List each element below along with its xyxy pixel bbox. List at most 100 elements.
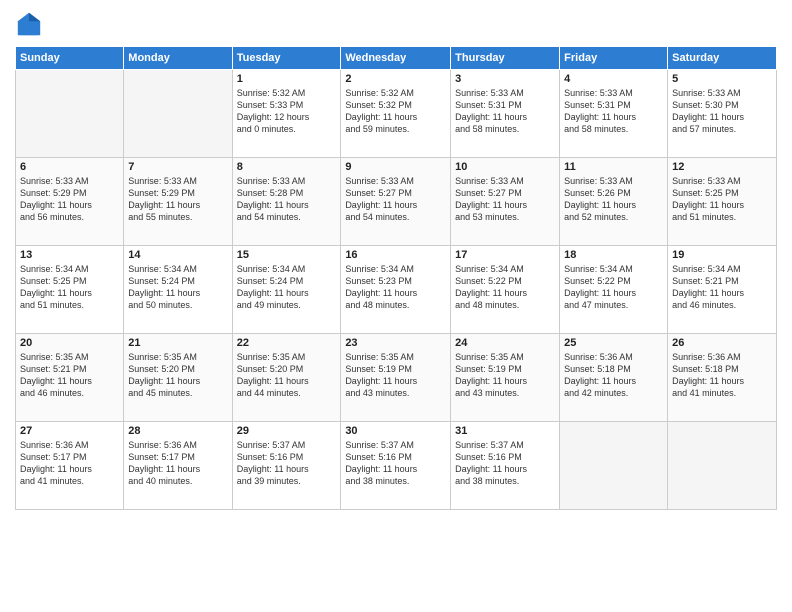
day-number: 21	[128, 337, 227, 349]
calendar-cell	[560, 422, 668, 510]
column-header-thursday: Thursday	[451, 47, 560, 70]
header	[15, 10, 777, 38]
day-info: Sunrise: 5:37 AM Sunset: 5:16 PM Dayligh…	[455, 439, 555, 488]
logo	[15, 10, 47, 38]
day-number: 8	[237, 161, 337, 173]
column-header-sunday: Sunday	[16, 47, 124, 70]
calendar-week-row: 20 Sunrise: 5:35 AM Sunset: 5:21 PM Dayli…	[16, 334, 777, 422]
day-info: Sunrise: 5:33 AM Sunset: 5:31 PM Dayligh…	[564, 87, 663, 136]
column-header-saturday: Saturday	[668, 47, 777, 70]
day-info: Sunrise: 5:37 AM Sunset: 5:16 PM Dayligh…	[345, 439, 446, 488]
day-number: 20	[20, 337, 119, 349]
day-info: Sunrise: 5:36 AM Sunset: 5:18 PM Dayligh…	[564, 351, 663, 400]
day-info: Sunrise: 5:34 AM Sunset: 5:22 PM Dayligh…	[564, 263, 663, 312]
calendar-cell: 29Sunrise: 5:37 AM Sunset: 5:16 PM Dayli…	[232, 422, 341, 510]
calendar-cell	[124, 70, 232, 158]
day-number: 24	[455, 337, 555, 349]
calendar-cell: 12 Sunrise: 5:33 AM Sunset: 5:25 PM Dayli…	[668, 158, 777, 246]
day-number: 28	[128, 425, 227, 437]
day-number: 14	[128, 249, 227, 261]
calendar-week-row: 1 Sunrise: 5:32 AM Sunset: 5:33 PM Daylig…	[16, 70, 777, 158]
day-number: 26	[672, 337, 772, 349]
day-info: Sunrise: 5:33 AM Sunset: 5:25 PM Dayligh…	[672, 175, 772, 224]
day-number: 17	[455, 249, 555, 261]
day-number: 2	[345, 73, 446, 85]
day-info: Sunrise: 5:35 AM Sunset: 5:20 PM Dayligh…	[237, 351, 337, 400]
day-info: Sunrise: 5:32 AM Sunset: 5:33 PM Dayligh…	[237, 87, 337, 136]
day-info: Sunrise: 5:34 AM Sunset: 5:22 PM Dayligh…	[455, 263, 555, 312]
day-number: 3	[455, 73, 555, 85]
day-number: 6	[20, 161, 119, 173]
day-info: Sunrise: 5:34 AM Sunset: 5:21 PM Dayligh…	[672, 263, 772, 312]
day-number: 11	[564, 161, 663, 173]
day-info: Sunrise: 5:36 AM Sunset: 5:17 PM Dayligh…	[128, 439, 227, 488]
calendar-cell: 4 Sunrise: 5:33 AM Sunset: 5:31 PM Daylig…	[560, 70, 668, 158]
calendar-cell: 9 Sunrise: 5:33 AM Sunset: 5:27 PM Daylig…	[341, 158, 451, 246]
column-header-friday: Friday	[560, 47, 668, 70]
calendar-cell: 21 Sunrise: 5:35 AM Sunset: 5:20 PM Dayli…	[124, 334, 232, 422]
calendar-cell: 13Sunrise: 5:34 AM Sunset: 5:25 PM Dayli…	[16, 246, 124, 334]
day-number: 12	[672, 161, 772, 173]
calendar-header-row: SundayMondayTuesdayWednesdayThursdayFrid…	[16, 47, 777, 70]
day-number: 22	[237, 337, 337, 349]
calendar-cell: 24Sunrise: 5:35 AM Sunset: 5:19 PM Dayli…	[451, 334, 560, 422]
day-number: 27	[20, 425, 119, 437]
day-number: 15	[237, 249, 337, 261]
calendar-cell: 1 Sunrise: 5:32 AM Sunset: 5:33 PM Daylig…	[232, 70, 341, 158]
calendar-cell: 6Sunrise: 5:33 AM Sunset: 5:29 PM Daylig…	[16, 158, 124, 246]
calendar-cell: 27 Sunrise: 5:36 AM Sunset: 5:17 PM Dayli…	[16, 422, 124, 510]
calendar-week-row: 6 Sunrise: 5:33 AM Sunset: 5:29 PM Daylig…	[16, 158, 777, 246]
calendar-cell: 16 Sunrise: 5:34 AM Sunset: 5:23 PM Dayli…	[341, 246, 451, 334]
calendar-cell: 5Sunrise: 5:33 AM Sunset: 5:30 PM Daylig…	[668, 70, 777, 158]
calendar-cell: 15 Sunrise: 5:34 AM Sunset: 5:24 PM Dayli…	[232, 246, 341, 334]
logo-icon	[15, 10, 43, 38]
calendar-cell: 28 Sunrise: 5:36 AM Sunset: 5:17 PM Dayli…	[124, 422, 232, 510]
day-info: Sunrise: 5:33 AM Sunset: 5:27 PM Dayligh…	[455, 175, 555, 224]
day-info: Sunrise: 5:37 AM Sunset: 5:16 PM Dayligh…	[237, 439, 337, 488]
calendar-cell: 18Sunrise: 5:34 AM Sunset: 5:22 PM Dayli…	[560, 246, 668, 334]
calendar-cell: 26 Sunrise: 5:36 AM Sunset: 5:18 PM Dayli…	[668, 334, 777, 422]
calendar-cell: 7Sunrise: 5:33 AM Sunset: 5:29 PM Daylig…	[124, 158, 232, 246]
day-info: Sunrise: 5:35 AM Sunset: 5:20 PM Dayligh…	[128, 351, 227, 400]
day-number: 23	[345, 337, 446, 349]
calendar-cell: 17 Sunrise: 5:34 AM Sunset: 5:22 PM Dayli…	[451, 246, 560, 334]
day-info: Sunrise: 5:33 AM Sunset: 5:27 PM Dayligh…	[345, 175, 446, 224]
calendar: SundayMondayTuesdayWednesdayThursdayFrid…	[15, 46, 777, 510]
calendar-cell: 8Sunrise: 5:33 AM Sunset: 5:28 PM Daylig…	[232, 158, 341, 246]
day-number: 19	[672, 249, 772, 261]
day-info: Sunrise: 5:33 AM Sunset: 5:26 PM Dayligh…	[564, 175, 663, 224]
day-number: 31	[455, 425, 555, 437]
day-number: 9	[345, 161, 446, 173]
day-info: Sunrise: 5:36 AM Sunset: 5:18 PM Dayligh…	[672, 351, 772, 400]
day-info: Sunrise: 5:34 AM Sunset: 5:24 PM Dayligh…	[128, 263, 227, 312]
day-info: Sunrise: 5:35 AM Sunset: 5:21 PM Dayligh…	[20, 351, 119, 400]
day-number: 13	[20, 249, 119, 261]
day-number: 1	[237, 73, 337, 85]
day-info: Sunrise: 5:35 AM Sunset: 5:19 PM Dayligh…	[345, 351, 446, 400]
day-info: Sunrise: 5:33 AM Sunset: 5:29 PM Dayligh…	[128, 175, 227, 224]
day-number: 25	[564, 337, 663, 349]
day-info: Sunrise: 5:34 AM Sunset: 5:23 PM Dayligh…	[345, 263, 446, 312]
day-number: 10	[455, 161, 555, 173]
day-info: Sunrise: 5:34 AM Sunset: 5:24 PM Dayligh…	[237, 263, 337, 312]
column-header-wednesday: Wednesday	[341, 47, 451, 70]
calendar-cell	[16, 70, 124, 158]
column-header-monday: Monday	[124, 47, 232, 70]
day-info: Sunrise: 5:36 AM Sunset: 5:17 PM Dayligh…	[20, 439, 119, 488]
day-info: Sunrise: 5:33 AM Sunset: 5:31 PM Dayligh…	[455, 87, 555, 136]
calendar-cell: 3 Sunrise: 5:33 AM Sunset: 5:31 PM Daylig…	[451, 70, 560, 158]
calendar-cell: 25 Sunrise: 5:36 AM Sunset: 5:18 PM Dayli…	[560, 334, 668, 422]
day-number: 4	[564, 73, 663, 85]
calendar-cell	[668, 422, 777, 510]
calendar-cell: 2 Sunrise: 5:32 AM Sunset: 5:32 PM Daylig…	[341, 70, 451, 158]
page: SundayMondayTuesdayWednesdayThursdayFrid…	[0, 0, 792, 612]
day-number: 30	[345, 425, 446, 437]
day-info: Sunrise: 5:32 AM Sunset: 5:32 PM Dayligh…	[345, 87, 446, 136]
day-info: Sunrise: 5:33 AM Sunset: 5:30 PM Dayligh…	[672, 87, 772, 136]
calendar-cell: 11 Sunrise: 5:33 AM Sunset: 5:26 PM Dayli…	[560, 158, 668, 246]
calendar-cell: 30 Sunrise: 5:37 AM Sunset: 5:16 PM Dayli…	[341, 422, 451, 510]
day-number: 16	[345, 249, 446, 261]
calendar-cell: 14 Sunrise: 5:34 AM Sunset: 5:24 PM Dayli…	[124, 246, 232, 334]
calendar-week-row: 27 Sunrise: 5:36 AM Sunset: 5:17 PM Dayli…	[16, 422, 777, 510]
calendar-cell: 22 Sunrise: 5:35 AM Sunset: 5:20 PM Dayli…	[232, 334, 341, 422]
